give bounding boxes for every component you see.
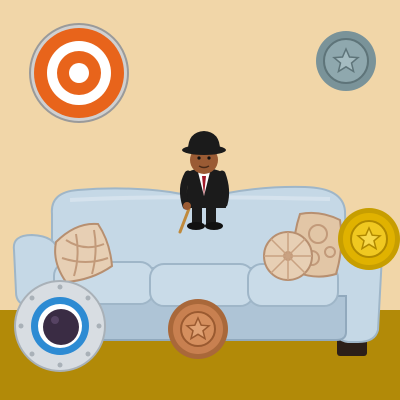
- gray-star-coin-button[interactable]: [316, 31, 376, 91]
- pillow-round: [263, 231, 313, 281]
- gold-star-coin-button[interactable]: [338, 208, 400, 270]
- target-icon: [34, 28, 124, 118]
- joystick-button[interactable]: [14, 280, 106, 372]
- bronze-star-coin-button[interactable]: [168, 299, 228, 359]
- joystick-icon: [31, 297, 89, 355]
- scene-canvas: [0, 0, 400, 400]
- target-button[interactable]: [29, 23, 129, 123]
- game-scene: [0, 0, 400, 400]
